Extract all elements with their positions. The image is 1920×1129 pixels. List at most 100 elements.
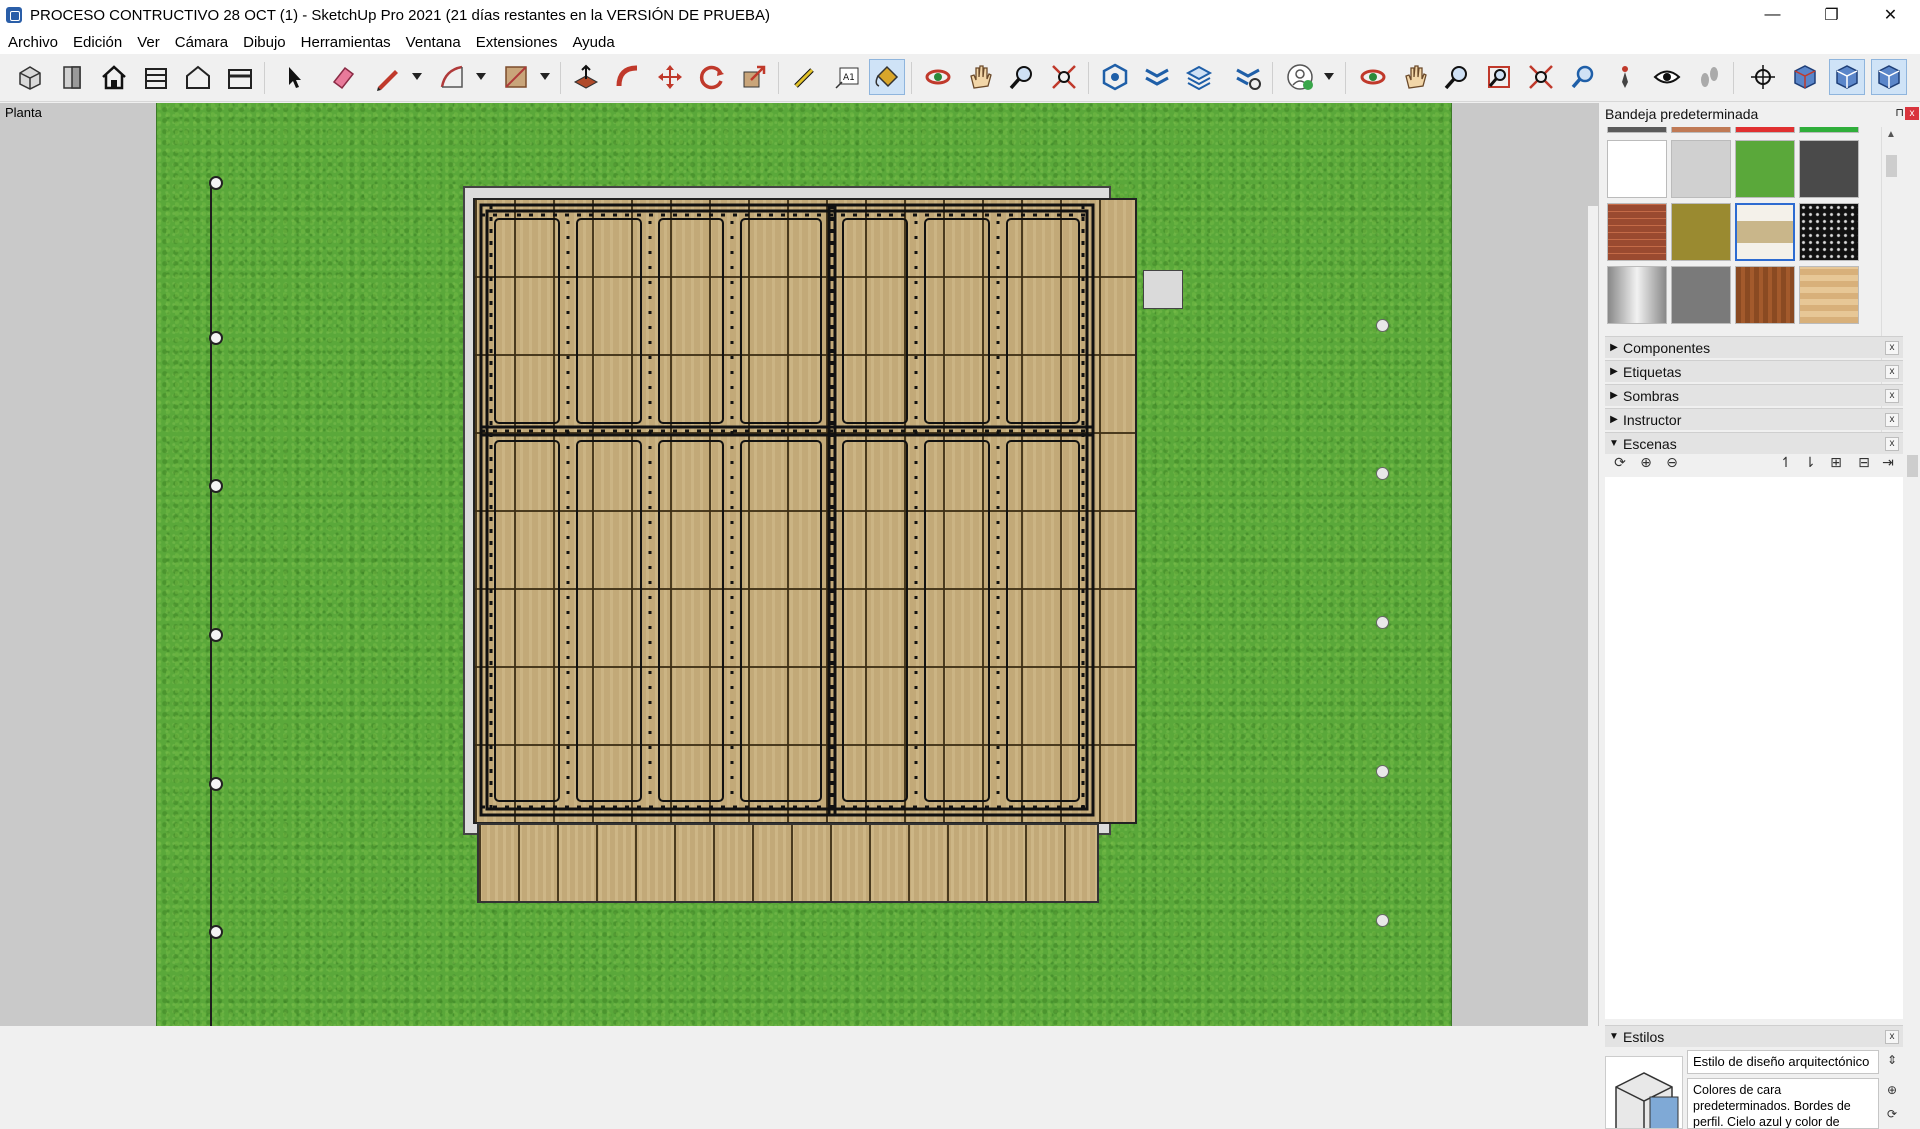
menu-herramientas[interactable]: Herramientas bbox=[295, 34, 397, 51]
paint-area-icon[interactable] bbox=[498, 59, 534, 95]
panel-close-icon[interactable]: x bbox=[1885, 389, 1899, 403]
account-icon[interactable] bbox=[1282, 59, 1318, 95]
panel-close-icon[interactable]: x bbox=[1885, 341, 1899, 355]
material-swatch[interactable] bbox=[1607, 266, 1667, 324]
orbit-icon[interactable] bbox=[920, 59, 956, 95]
follow-me-icon[interactable] bbox=[610, 59, 646, 95]
move-down-icon[interactable]: ⇂ bbox=[1801, 453, 1819, 471]
menu-ver[interactable]: Ver bbox=[131, 34, 166, 51]
style-name-field[interactable]: Estilo de diseño arquitectónico bbox=[1687, 1050, 1879, 1074]
material-swatch[interactable] bbox=[1671, 127, 1731, 133]
material-swatch[interactable] bbox=[1799, 127, 1859, 133]
material-swatch[interactable] bbox=[1735, 140, 1795, 198]
tray-scrollbar[interactable] bbox=[1903, 127, 1920, 1022]
material-swatch[interactable] bbox=[1735, 127, 1795, 133]
layers-icon[interactable] bbox=[1181, 59, 1217, 95]
views-iso-icon[interactable] bbox=[12, 59, 48, 95]
export-icon[interactable]: ⇥ bbox=[1879, 453, 1897, 471]
scenes-list[interactable] bbox=[1605, 477, 1903, 1019]
model-settings-icon[interactable] bbox=[1230, 59, 1266, 95]
previous-view-icon[interactable] bbox=[1565, 59, 1601, 95]
menu-camara[interactable]: Cámara bbox=[169, 34, 234, 51]
material-swatch[interactable] bbox=[1671, 140, 1731, 198]
panel-instructor[interactable]: ▶ Instructor x bbox=[1605, 408, 1903, 430]
section-plane-icon[interactable] bbox=[1139, 59, 1175, 95]
rotate-icon[interactable] bbox=[694, 59, 730, 95]
scroll-thumb[interactable] bbox=[1886, 155, 1897, 177]
panel-close-icon[interactable]: x bbox=[1885, 1030, 1899, 1044]
select-icon[interactable] bbox=[276, 59, 312, 95]
position-icon[interactable] bbox=[1745, 59, 1781, 95]
pin-icon[interactable]: ⊓ bbox=[1895, 106, 1904, 119]
material-swatch[interactable] bbox=[1671, 266, 1731, 324]
account-dropdown-icon[interactable] bbox=[1324, 72, 1334, 82]
details-icon[interactable]: ⊟ bbox=[1855, 453, 1873, 471]
zoom-extents2-icon[interactable] bbox=[1523, 59, 1559, 95]
view-options-icon[interactable]: ⊞ bbox=[1827, 453, 1845, 471]
zoom-icon[interactable] bbox=[1004, 59, 1040, 95]
move-icon[interactable] bbox=[652, 59, 688, 95]
refresh-icon[interactable]: ⟳ bbox=[1611, 453, 1629, 471]
scroll-up-icon[interactable]: ▲ bbox=[1886, 129, 1896, 140]
material-swatch-selected[interactable] bbox=[1735, 203, 1795, 261]
style-back-edges-icon[interactable] bbox=[1871, 59, 1907, 95]
material-swatch[interactable] bbox=[1607, 203, 1667, 261]
minimize-button[interactable]: — bbox=[1743, 0, 1802, 30]
house-outline-icon[interactable] bbox=[180, 59, 216, 95]
menu-dibujo[interactable]: Dibujo bbox=[237, 34, 292, 51]
zoom-window-icon[interactable] bbox=[1481, 59, 1517, 95]
zoom-extents-icon[interactable] bbox=[1046, 59, 1082, 95]
panel-etiquetas[interactable]: ▶ Etiquetas x bbox=[1605, 360, 1903, 382]
panel-sombras[interactable]: ▶ Sombras x bbox=[1605, 384, 1903, 406]
zoom2-icon[interactable] bbox=[1439, 59, 1475, 95]
style-xray-icon[interactable] bbox=[1829, 59, 1865, 95]
home-icon[interactable] bbox=[96, 59, 132, 95]
shape-dropdown-icon[interactable] bbox=[476, 72, 486, 82]
pan-icon[interactable] bbox=[962, 59, 998, 95]
eraser-icon[interactable] bbox=[325, 59, 361, 95]
menu-extensiones[interactable]: Extensiones bbox=[470, 34, 564, 51]
menu-edicion[interactable]: Edición bbox=[67, 34, 128, 51]
warehouse-icon[interactable] bbox=[138, 59, 174, 95]
update-style-icon[interactable]: ⇕ bbox=[1883, 1053, 1901, 1071]
look-around-icon[interactable] bbox=[1649, 59, 1685, 95]
style-description-field[interactable]: Colores de cara predeterminados. Bordes … bbox=[1687, 1078, 1879, 1129]
material-swatch[interactable] bbox=[1799, 203, 1859, 261]
pencil-dropdown-icon[interactable] bbox=[412, 72, 422, 82]
menu-ventana[interactable]: Ventana bbox=[400, 34, 467, 51]
panel-estilos[interactable]: ▼ Estilos x bbox=[1605, 1025, 1903, 1047]
orbit2-icon[interactable] bbox=[1355, 59, 1391, 95]
paint-bucket-icon[interactable] bbox=[869, 59, 905, 95]
pan2-icon[interactable] bbox=[1397, 59, 1433, 95]
tape-measure-icon[interactable] bbox=[787, 59, 823, 95]
shape-icon[interactable] bbox=[434, 59, 470, 95]
menu-archivo[interactable]: Archivo bbox=[2, 34, 64, 51]
panel-componentes[interactable]: ▶ Componentes x bbox=[1605, 336, 1903, 358]
material-swatch[interactable] bbox=[1607, 127, 1667, 133]
pencil-icon[interactable] bbox=[370, 59, 406, 95]
add-scene-icon[interactable]: ⊕ bbox=[1637, 453, 1655, 471]
material-swatch[interactable] bbox=[1671, 203, 1731, 261]
create-style-icon[interactable]: ⊕ bbox=[1883, 1083, 1901, 1101]
refresh-style-icon[interactable]: ⟳ bbox=[1883, 1107, 1901, 1125]
walk-icon[interactable] bbox=[1691, 59, 1727, 95]
solid-tools-icon[interactable] bbox=[1097, 59, 1133, 95]
menu-ayuda[interactable]: Ayuda bbox=[566, 34, 620, 51]
extension-warehouse-icon[interactable] bbox=[222, 59, 258, 95]
panel-close-icon[interactable]: x bbox=[1885, 365, 1899, 379]
scroll-thumb[interactable] bbox=[1907, 455, 1918, 477]
move-up-icon[interactable]: ↿ bbox=[1777, 453, 1795, 471]
model-viewport[interactable]: Planta bbox=[0, 103, 1598, 1026]
close-button[interactable]: ✕ bbox=[1861, 0, 1920, 30]
remove-scene-icon[interactable]: ⊖ bbox=[1663, 453, 1681, 471]
tray-close-button[interactable]: x bbox=[1905, 107, 1919, 120]
views-front-icon[interactable] bbox=[54, 59, 90, 95]
scale-icon[interactable] bbox=[736, 59, 772, 95]
push-pull-icon[interactable] bbox=[568, 59, 604, 95]
paint-area-dropdown-icon[interactable] bbox=[540, 72, 550, 82]
material-swatch[interactable] bbox=[1735, 266, 1795, 324]
material-swatch[interactable] bbox=[1799, 266, 1859, 324]
restore-button[interactable]: ❐ bbox=[1802, 0, 1861, 30]
text-icon[interactable]: A1 bbox=[829, 59, 865, 95]
material-swatch[interactable] bbox=[1607, 140, 1667, 198]
